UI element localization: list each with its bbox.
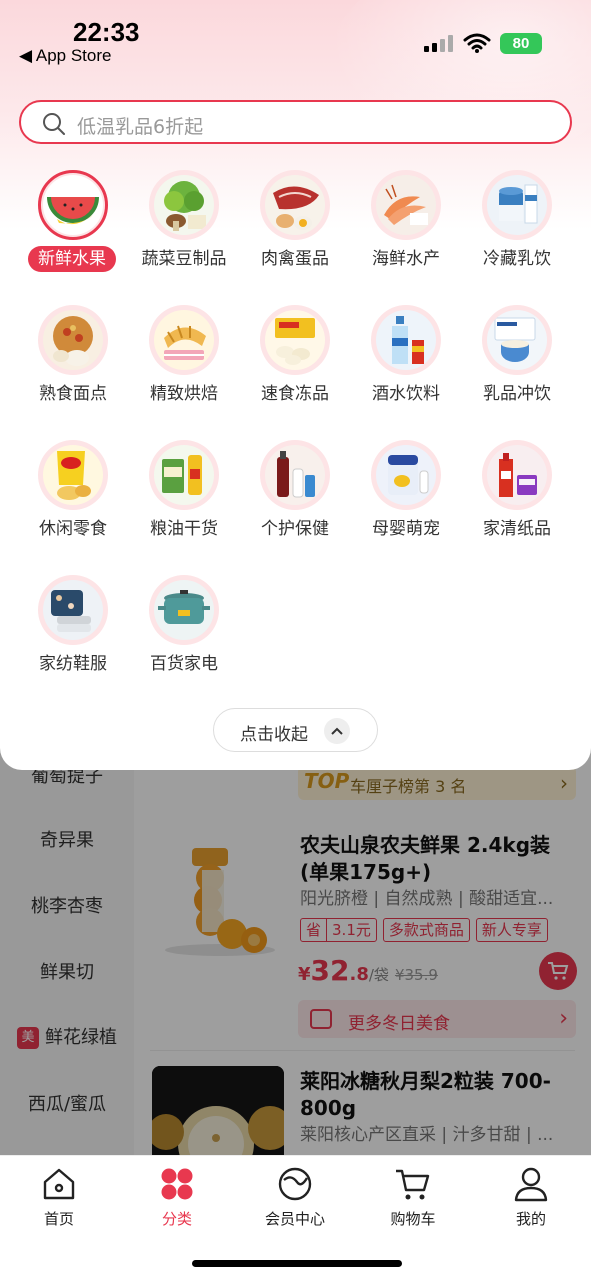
signal-icon xyxy=(424,34,453,52)
category-panel: 22:33 ◀ App Store 80 低温乳品6折起 新鲜水果 蔬菜豆制品 … xyxy=(0,0,591,770)
tab-label: 分类 xyxy=(161,1210,192,1228)
cart-icon xyxy=(354,1164,472,1204)
category-label: 个护保健 xyxy=(261,519,329,539)
member-icon xyxy=(236,1164,354,1204)
tab-profile[interactable]: 我的 xyxy=(472,1164,590,1229)
tab-label: 我的 xyxy=(515,1210,546,1228)
category-label: 百货家电 xyxy=(150,654,218,674)
category-image xyxy=(149,170,219,240)
battery-level: 80 xyxy=(512,35,530,52)
category-label: 熟食面点 xyxy=(39,384,107,404)
category-image xyxy=(149,440,219,510)
category-label: 肉禽蛋品 xyxy=(261,249,329,269)
search-placeholder: 低温乳品6折起 xyxy=(77,116,204,138)
category-label: 母婴萌宠 xyxy=(372,519,440,539)
category-image xyxy=(149,305,219,375)
category-image xyxy=(149,575,219,645)
tab-label: 首页 xyxy=(43,1210,74,1228)
category-image xyxy=(38,170,108,240)
category-icon xyxy=(118,1164,236,1204)
tab-label: 购物车 xyxy=(390,1210,436,1228)
home-icon xyxy=(0,1164,118,1204)
back-to-app-store[interactable]: ◀ App Store xyxy=(19,46,111,66)
tab-home[interactable]: 首页 xyxy=(0,1164,118,1229)
category-image xyxy=(260,305,330,375)
status-time: 22:33 xyxy=(73,17,140,47)
category-image xyxy=(38,575,108,645)
chevron-up-icon xyxy=(324,718,350,744)
wifi-icon xyxy=(463,32,491,58)
category-label: 新鲜水果 xyxy=(28,246,116,272)
category-label: 酒水饮料 xyxy=(372,384,440,404)
category-image xyxy=(260,170,330,240)
search-icon xyxy=(42,112,66,140)
category-image xyxy=(482,170,552,240)
category-label: 精致烘焙 xyxy=(150,384,218,404)
category-image xyxy=(371,440,441,510)
collapse-label: 点击收起 xyxy=(240,725,308,745)
tab-label: 会员中心 xyxy=(264,1210,325,1228)
category-label: 乳品冲饮 xyxy=(483,384,551,404)
category-label: 冷藏乳饮 xyxy=(483,249,551,269)
category-image xyxy=(260,440,330,510)
category-label: 速食冻品 xyxy=(261,384,329,404)
category-image xyxy=(371,305,441,375)
category-image xyxy=(38,305,108,375)
category-image xyxy=(482,305,552,375)
category-image xyxy=(371,170,441,240)
tab-member-center[interactable]: 会员中心 xyxy=(236,1164,354,1229)
category-label: 休闲零食 xyxy=(39,519,107,539)
profile-icon xyxy=(472,1164,590,1204)
category-label: 家纺鞋服 xyxy=(39,654,107,674)
category-label: 家清纸品 xyxy=(483,519,551,539)
collapse-button[interactable]: 点击收起 xyxy=(213,708,378,752)
category-image xyxy=(482,440,552,510)
tab-category[interactable]: 分类 xyxy=(118,1164,236,1229)
category-label: 蔬菜豆制品 xyxy=(141,249,227,269)
home-indicator[interactable] xyxy=(192,1260,402,1267)
category-label: 粮油干货 xyxy=(150,519,218,539)
search-input[interactable]: 低温乳品6折起 xyxy=(19,100,572,144)
category-image xyxy=(38,440,108,510)
battery-icon: 80 xyxy=(500,33,542,54)
tab-cart[interactable]: 购物车 xyxy=(354,1164,472,1229)
category-label: 海鲜水产 xyxy=(372,249,440,269)
